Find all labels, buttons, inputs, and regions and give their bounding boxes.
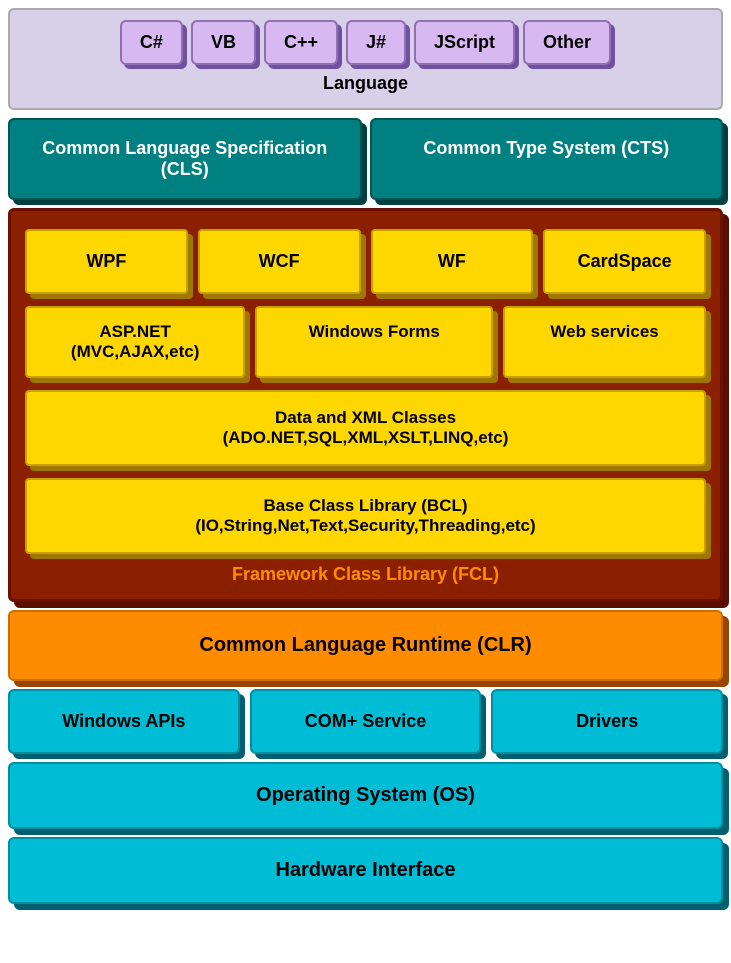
- drivers-block: Drivers: [491, 689, 723, 754]
- lang-chip-jscript: JScript: [414, 20, 515, 65]
- os-box: Operating System (OS): [8, 762, 723, 829]
- cardspace-block: CardSpace: [543, 229, 706, 294]
- hw-box: Hardware Interface: [8, 837, 723, 904]
- language-chips: C# VB C++ J# JScript Other: [20, 20, 711, 65]
- winforms-block: Windows Forms: [255, 306, 493, 378]
- fcl-row3: Data and XML Classes (ADO.NET,SQL,XML,XS…: [25, 390, 706, 466]
- dataxml-line2: (ADO.NET,SQL,XML,XSLT,LINQ,etc): [223, 428, 509, 447]
- webservices-block: Web services: [503, 306, 706, 378]
- dataxml-line1: Data and XML Classes: [275, 408, 456, 427]
- fcl-row2: ASP.NET (MVC,AJAX,etc) Windows Forms Web…: [25, 306, 706, 378]
- bcl-line2: (IO,String,Net,Text,Security,Threading,e…: [195, 516, 535, 535]
- language-label: Language: [20, 73, 711, 94]
- lang-chip-csharp: C#: [120, 20, 183, 65]
- com-service-block: COM+ Service: [250, 689, 482, 754]
- cts-box: Common Type System (CTS): [370, 118, 724, 200]
- lang-chip-vb: VB: [191, 20, 256, 65]
- wpf-block: WPF: [25, 229, 188, 294]
- fcl-label: Framework Class Library (FCL): [25, 564, 706, 585]
- bcl-line1: Base Class Library (BCL): [263, 496, 467, 515]
- bcl-block: Base Class Library (BCL) (IO,String,Net,…: [25, 478, 706, 554]
- language-section: C# VB C++ J# JScript Other Language: [8, 8, 723, 110]
- dataxml-block: Data and XML Classes (ADO.NET,SQL,XML,XS…: [25, 390, 706, 466]
- cls-box: Common Language Specification (CLS): [8, 118, 362, 200]
- fcl-outer: WPF WCF WF CardSpace ASP.NET (MVC,AJAX,e…: [8, 208, 723, 602]
- aspnet-block: ASP.NET (MVC,AJAX,etc): [25, 306, 245, 378]
- os-apis-row: Windows APIs COM+ Service Drivers: [8, 689, 723, 754]
- aspnet-line1: ASP.NET: [99, 322, 171, 341]
- lang-chip-jsharp: J#: [346, 20, 406, 65]
- cls-cts-row: Common Language Specification (CLS) Comm…: [8, 118, 723, 200]
- lang-chip-other: Other: [523, 20, 611, 65]
- clr-box: Common Language Runtime (CLR): [8, 610, 723, 681]
- windows-apis-block: Windows APIs: [8, 689, 240, 754]
- fcl-row1: WPF WCF WF CardSpace: [25, 229, 706, 294]
- lang-chip-cpp: C++: [264, 20, 338, 65]
- wf-block: WF: [371, 229, 534, 294]
- wcf-block: WCF: [198, 229, 361, 294]
- aspnet-line2: (MVC,AJAX,etc): [71, 342, 199, 361]
- fcl-row4: Base Class Library (BCL) (IO,String,Net,…: [25, 478, 706, 554]
